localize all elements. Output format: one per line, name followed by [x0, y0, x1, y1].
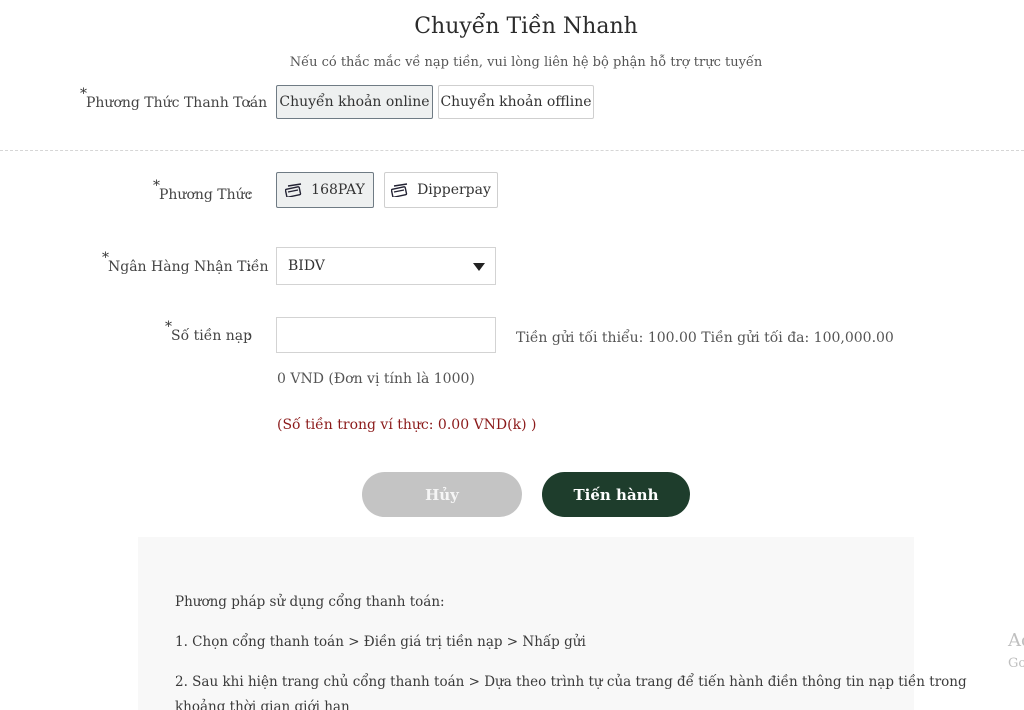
proceed-button[interactable]: Tiến hành	[542, 472, 690, 517]
colon: :	[247, 187, 252, 203]
bank-label-text: Ngân Hàng Nhận Tiền	[108, 259, 269, 275]
method-168pay-label: 168PAY	[311, 182, 365, 198]
online-transfer-button[interactable]: Chuyển khoản online	[276, 85, 433, 119]
amount-label: * Số tiền nạp	[165, 319, 253, 344]
caret-down-icon	[473, 263, 485, 271]
deposit-limits: Tiền gửi tối thiểu: 100.00 Tiền gửi tối …	[516, 330, 894, 346]
card-icon	[285, 183, 302, 197]
deposit-page: Chuyển Tiền Nhanh Nếu có thắc mắc về nạp…	[0, 0, 1024, 710]
page-subtitle: Nếu có thắc mắc về nạp tiền, vui lòng li…	[289, 55, 763, 70]
amount-label-text: Số tiền nạp	[171, 328, 253, 344]
colon: :	[247, 328, 252, 344]
page-title: Chuyển Tiền Nhanh	[414, 14, 638, 39]
required-mark: *	[80, 86, 87, 102]
instructions-heading: Phương pháp sử dụng cổng thanh toán:	[175, 594, 445, 610]
method-label-text: Phương Thức	[159, 187, 253, 203]
bank-selected-value: BIDV	[288, 258, 325, 274]
colon: :	[247, 95, 252, 111]
method-dipperpay-button[interactable]: Dipperpay	[384, 172, 498, 208]
required-mark: *	[102, 250, 109, 266]
method-dipperpay-label: Dipperpay	[417, 182, 491, 198]
method-168pay-button[interactable]: 168PAY	[276, 172, 374, 208]
activation-watermark-subtitle: Go	[1008, 656, 1024, 671]
required-mark: *	[165, 319, 172, 335]
bank-select[interactable]: BIDV	[276, 247, 496, 285]
colon: :	[247, 259, 252, 275]
wallet-balance: (Số tiền trong ví thực: 0.00 VND(k) )	[277, 417, 537, 433]
payment-type-label-text: Phương Thức Thanh Toán	[86, 95, 268, 111]
converted-amount: 0 VND (Đơn vị tính là 1000)	[277, 371, 475, 387]
amount-input[interactable]	[276, 317, 496, 353]
bank-label: * Ngân Hàng Nhận Tiền	[102, 250, 269, 275]
activation-watermark-title: Ac	[1008, 630, 1024, 651]
payment-type-label: * Phương Thức Thanh Toán	[80, 86, 268, 111]
instruction-step-2-continued: khoảng thời gian giới hạn	[175, 699, 350, 710]
instruction-step-1: 1. Chọn cổng thanh toán > Điền giá trị t…	[175, 634, 586, 650]
instructions-panel: Phương pháp sử dụng cổng thanh toán: 1. …	[138, 537, 967, 710]
section-divider	[0, 150, 1024, 151]
offline-transfer-label: Chuyển khoản offline	[440, 94, 592, 110]
cancel-button[interactable]: Hủy	[362, 472, 522, 517]
required-mark: *	[153, 178, 160, 194]
card-icon	[391, 183, 408, 197]
offline-transfer-button[interactable]: Chuyển khoản offline	[438, 85, 594, 119]
instruction-step-2: 2. Sau khi hiện trang chủ cổng thanh toá…	[175, 674, 967, 690]
method-label: * Phương Thức	[153, 178, 253, 203]
online-transfer-label: Chuyển khoản online	[279, 94, 430, 110]
